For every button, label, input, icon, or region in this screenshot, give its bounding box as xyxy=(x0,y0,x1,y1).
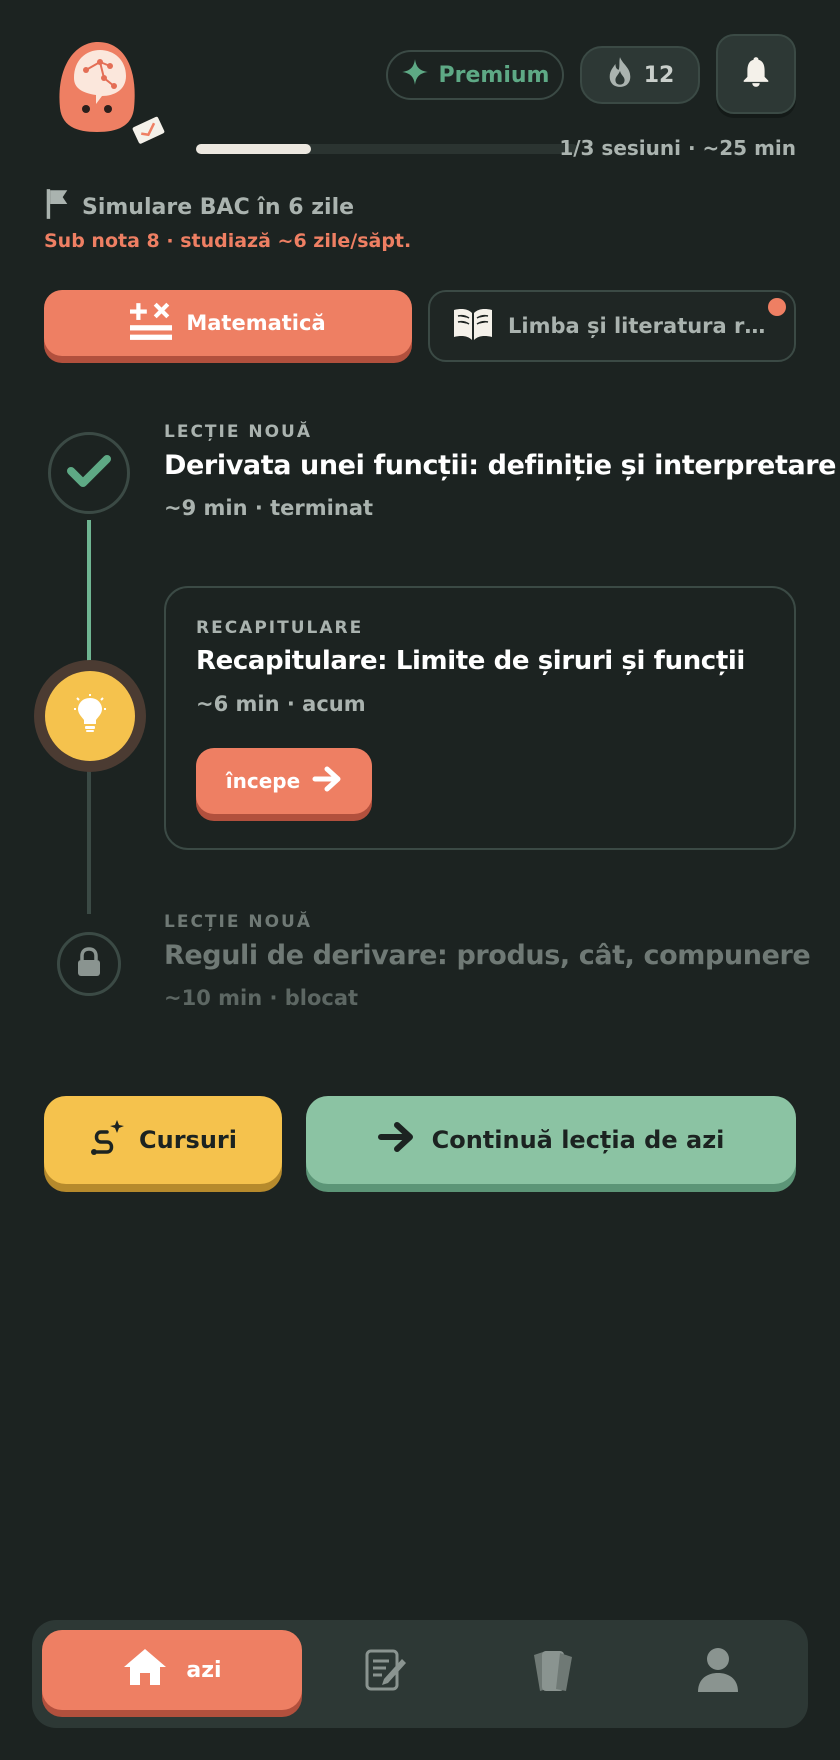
lesson-1-kicker: LECȚIE NOUĂ xyxy=(164,422,313,442)
start-lesson-button[interactable]: începe xyxy=(196,748,372,814)
continue-label: Continuă lecția de azi xyxy=(431,1126,725,1154)
nav-item-profile[interactable] xyxy=(688,1642,748,1702)
notes-icon xyxy=(364,1647,408,1697)
session-progress-text: 1/3 sesiuni · ~25 min xyxy=(559,136,796,160)
lightbulb-icon xyxy=(72,694,108,738)
sparkle-icon xyxy=(401,58,429,92)
courses-button[interactable]: Cursuri xyxy=(44,1096,282,1184)
route-icon xyxy=(89,1118,125,1162)
book-icon xyxy=(452,306,494,347)
tab-math-label: Matematică xyxy=(186,311,326,335)
lock-icon xyxy=(76,947,102,981)
timeline-connector-locked xyxy=(87,770,91,914)
flame-icon xyxy=(606,56,634,94)
home-icon xyxy=(122,1647,168,1693)
lesson-current-node xyxy=(34,660,146,772)
check-icon xyxy=(67,453,111,493)
courses-label: Cursuri xyxy=(139,1126,237,1154)
exam-label: Simulare BAC în 6 zile xyxy=(82,194,355,220)
streak-count: 12 xyxy=(643,62,675,88)
lesson-1-title[interactable]: Derivata unei funcții: definiție și inte… xyxy=(164,450,837,481)
premium-label: Premium xyxy=(438,62,550,88)
lesson-2-meta: ~6 min · acum xyxy=(196,692,366,716)
start-lesson-label: începe xyxy=(225,769,301,793)
nav-item-notes[interactable] xyxy=(356,1642,416,1702)
bottom-nav: azi xyxy=(32,1620,808,1728)
cards-icon xyxy=(528,1647,576,1697)
lesson-2-kicker: RECAPITULARE xyxy=(196,618,364,638)
session-progress-fill xyxy=(196,144,311,154)
nav-item-today[interactable]: azi xyxy=(42,1630,302,1710)
timeline-connector-done xyxy=(87,520,91,670)
lesson-1-meta: ~9 min · terminat xyxy=(164,496,374,520)
mascot-logo xyxy=(52,38,170,156)
notification-dot xyxy=(768,298,786,316)
nav-item-cards[interactable] xyxy=(522,1642,582,1702)
streak-counter[interactable]: 12 xyxy=(580,46,700,104)
lesson-current-node-inner xyxy=(45,671,135,761)
math-icon xyxy=(130,300,173,347)
nav-today-label: azi xyxy=(186,1657,222,1683)
exam-countdown: Simulare BAC în 6 zile xyxy=(44,188,354,226)
bell-icon xyxy=(741,56,771,92)
current-lesson-card[interactable]: RECAPITULARE Recapitulare: Limite de șir… xyxy=(164,586,796,850)
lesson-done-node xyxy=(48,432,130,514)
session-progress-bar xyxy=(196,144,578,154)
tab-romanian[interactable]: Limba și literatura română xyxy=(428,290,796,362)
lesson-3-meta: ~10 min · blocat xyxy=(164,986,359,1010)
tab-math[interactable]: Matematică xyxy=(44,290,412,356)
lesson-3-title: Reguli de derivare: produs, cât, compune… xyxy=(164,940,811,971)
notifications-button[interactable] xyxy=(716,34,796,114)
premium-button[interactable]: Premium xyxy=(386,50,564,100)
lesson-locked-node xyxy=(57,932,121,996)
lesson-2-title: Recapitulare: Limite de șiruri și funcți… xyxy=(196,646,745,676)
continue-lesson-button[interactable]: Continuă lecția de azi xyxy=(306,1096,796,1184)
study-advice: Sub nota 8 · studiază ~6 zile/săpt. xyxy=(44,230,412,252)
tab-romanian-label: Limba și literatura română xyxy=(508,314,772,338)
arrow-right-icon xyxy=(312,766,342,797)
profile-icon xyxy=(696,1646,740,1698)
lesson-3-kicker: LECȚIE NOUĂ xyxy=(164,912,313,932)
flag-icon xyxy=(44,188,70,226)
arrow-right-icon xyxy=(377,1121,416,1159)
